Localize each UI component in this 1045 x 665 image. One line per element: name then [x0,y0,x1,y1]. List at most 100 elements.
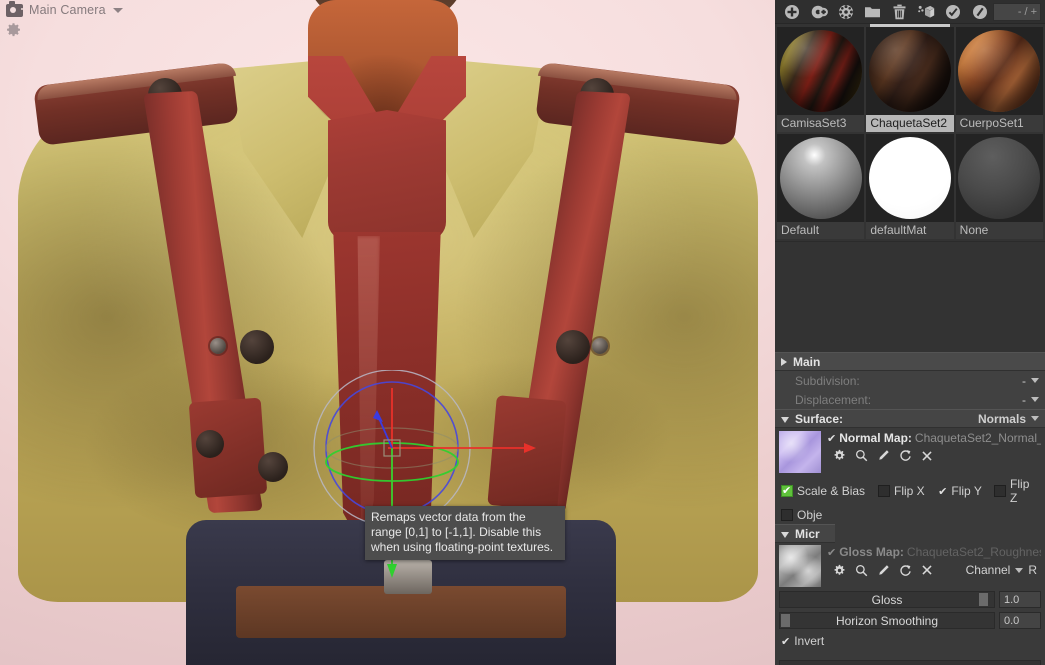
option-flip-y[interactable]: ✔ Flip Y [938,484,994,498]
material-name: ChaquetaSet2 [866,115,954,132]
row-subdivision[interactable]: Subdivision: - [775,371,1045,390]
chevron-down-icon[interactable] [112,7,123,13]
material-panel: - / + CamisaSet3 ChaquetaSet2 CuerpoSet1… [775,0,1045,665]
option-label: Scale & Bias [797,484,866,498]
random-material-icon[interactable] [833,1,860,23]
gloss-slider-label: Gloss [871,592,903,607]
horizon-smoothing-slider[interactable]: Horizon Smoothing [779,612,995,629]
checkbox-checked-icon [781,484,793,498]
slash-circle-icon[interactable] [966,1,993,23]
section-microsurface-label: Micr [795,526,820,541]
normal-map-path: ChaquetaSet2_Normal_Di [914,431,1041,445]
material-grid: CamisaSet3 ChaquetaSet2 CuerpoSet1 Defau… [775,24,1045,242]
chevron-down-icon [1015,567,1024,573]
option-invert[interactable]: ✔ Invert [775,631,1045,650]
normal-map-thumbnail[interactable] [779,431,821,473]
material-item-cuerposet1[interactable]: CuerpoSet1 [955,27,1043,132]
horizon-smoothing-slider-row: Horizon Smoothing 0.0 [775,610,1045,631]
slider-handle[interactable] [781,614,790,627]
channel-value: R [1028,563,1037,577]
3d-viewport[interactable]: Main Camera [0,0,775,665]
material-item-chaquetaset2[interactable]: ChaquetaSet2 [866,24,954,132]
gloss-value-field[interactable]: 1.0 [999,591,1041,608]
section-surface[interactable]: Surface: Normals [775,409,1045,428]
subdivision-value: - [1022,373,1026,388]
normal-map-options: Scale & Bias Flip X ✔ Flip Y Flip Z [775,475,1045,507]
check-icon: ✔ [938,485,948,498]
option-label: Flip Z [1010,477,1030,505]
next-field-partial[interactable] [779,660,1041,665]
material-item-camisaset3[interactable]: CamisaSet3 [777,27,865,132]
material-item-defaultmat[interactable]: defaultMat [866,134,954,239]
duplicate-material-icon[interactable] [806,1,833,23]
search-icon[interactable] [855,564,868,577]
gloss-slider[interactable]: Gloss [779,591,995,608]
horizon-smoothing-value-field[interactable]: 0.0 [999,612,1041,629]
edit-pencil-icon[interactable] [877,449,890,462]
counter-separator: / [1024,5,1028,18]
chevron-down-icon[interactable] [1031,416,1039,421]
material-name: defaultMat [866,222,954,239]
option-label: Flip Y [951,484,982,498]
material-thumbnail [777,134,865,222]
chevron-down-icon [781,531,789,538]
close-x-icon[interactable] [921,450,933,462]
gloss-map-path: ChaquetaSet2_Roughness.p [906,545,1041,559]
option-scale-and-bias[interactable]: Scale & Bias [781,484,878,498]
reload-icon[interactable] [899,564,912,577]
gear-icon[interactable] [5,22,22,39]
material-properties: Main Subdivision: - Displacement: - Surf… [775,352,1045,665]
gloss-map-enabled-check[interactable]: ✔ [827,546,836,559]
gloss-map-thumbnail[interactable] [779,545,821,587]
material-thumbnail [866,27,954,115]
normal-map-enabled-check[interactable]: ✔ [827,432,836,445]
material-item-none[interactable]: None [955,134,1043,239]
material-thumbnail [955,134,1043,222]
material-toolbar: - / + [775,0,1045,24]
close-x-icon[interactable] [921,564,933,576]
slider-handle[interactable] [978,593,988,606]
viewport-camera-header[interactable]: Main Camera [6,0,123,17]
settings-gear-icon[interactable] [833,449,846,462]
option-flip-z[interactable]: Flip Z [994,477,1039,505]
row-displacement[interactable]: Displacement: - [775,390,1045,409]
material-grid-empty-area[interactable] [775,242,1045,352]
folder-icon[interactable] [859,1,886,23]
section-main[interactable]: Main [775,352,1045,371]
option-flip-x[interactable]: Flip X [878,484,938,498]
assign-material-icon[interactable] [913,1,940,23]
option-object-space[interactable]: Obje [775,507,1045,524]
gloss-channel-selector[interactable]: Channel R [966,563,1041,577]
application-window: Main Camera - / + CamisaSet3 ChaquetaSet… [0,0,1045,665]
material-thumbnail [955,27,1043,115]
grenade-left-lower [196,430,224,458]
material-item-default[interactable]: Default [777,134,865,239]
camera-icon [6,0,23,17]
add-material-icon[interactable] [779,1,806,23]
material-name: CamisaSet3 [777,115,865,132]
search-icon[interactable] [855,449,868,462]
grenade-left-mid [258,452,288,482]
camera-label: Main Camera [29,3,106,17]
material-name: CuerpoSet1 [955,115,1043,132]
chevron-down-icon[interactable] [1031,378,1039,383]
material-thumbnail [777,27,865,115]
grenade-left-upper [240,330,274,364]
section-surface-label: Surface: [795,411,844,426]
section-microsurface[interactable]: Micr [775,524,835,543]
chevron-right-icon [781,357,787,366]
normal-map-block: ✔ Normal Map: ChaquetaSet2_Normal_Di [775,428,1045,475]
option-label: Flip X [894,484,925,498]
trash-icon[interactable] [886,1,913,23]
gloss-map-block: ✔ Gloss Map: ChaquetaSet2_Roughness.p Ch… [775,543,1045,589]
displacement-label: Displacement: [795,392,872,407]
tooltip: Remaps vector data from the range [0,1] … [365,506,565,560]
check-circle-icon[interactable] [940,1,967,23]
gloss-map-label: Gloss Map: [839,545,904,559]
checkbox-icon [781,509,793,521]
edit-pencil-icon[interactable] [877,564,890,577]
reload-icon[interactable] [899,449,912,462]
chevron-down-icon[interactable] [1031,397,1039,402]
settings-gear-icon[interactable] [833,564,846,577]
material-counter-field[interactable]: - / + [993,2,1041,21]
